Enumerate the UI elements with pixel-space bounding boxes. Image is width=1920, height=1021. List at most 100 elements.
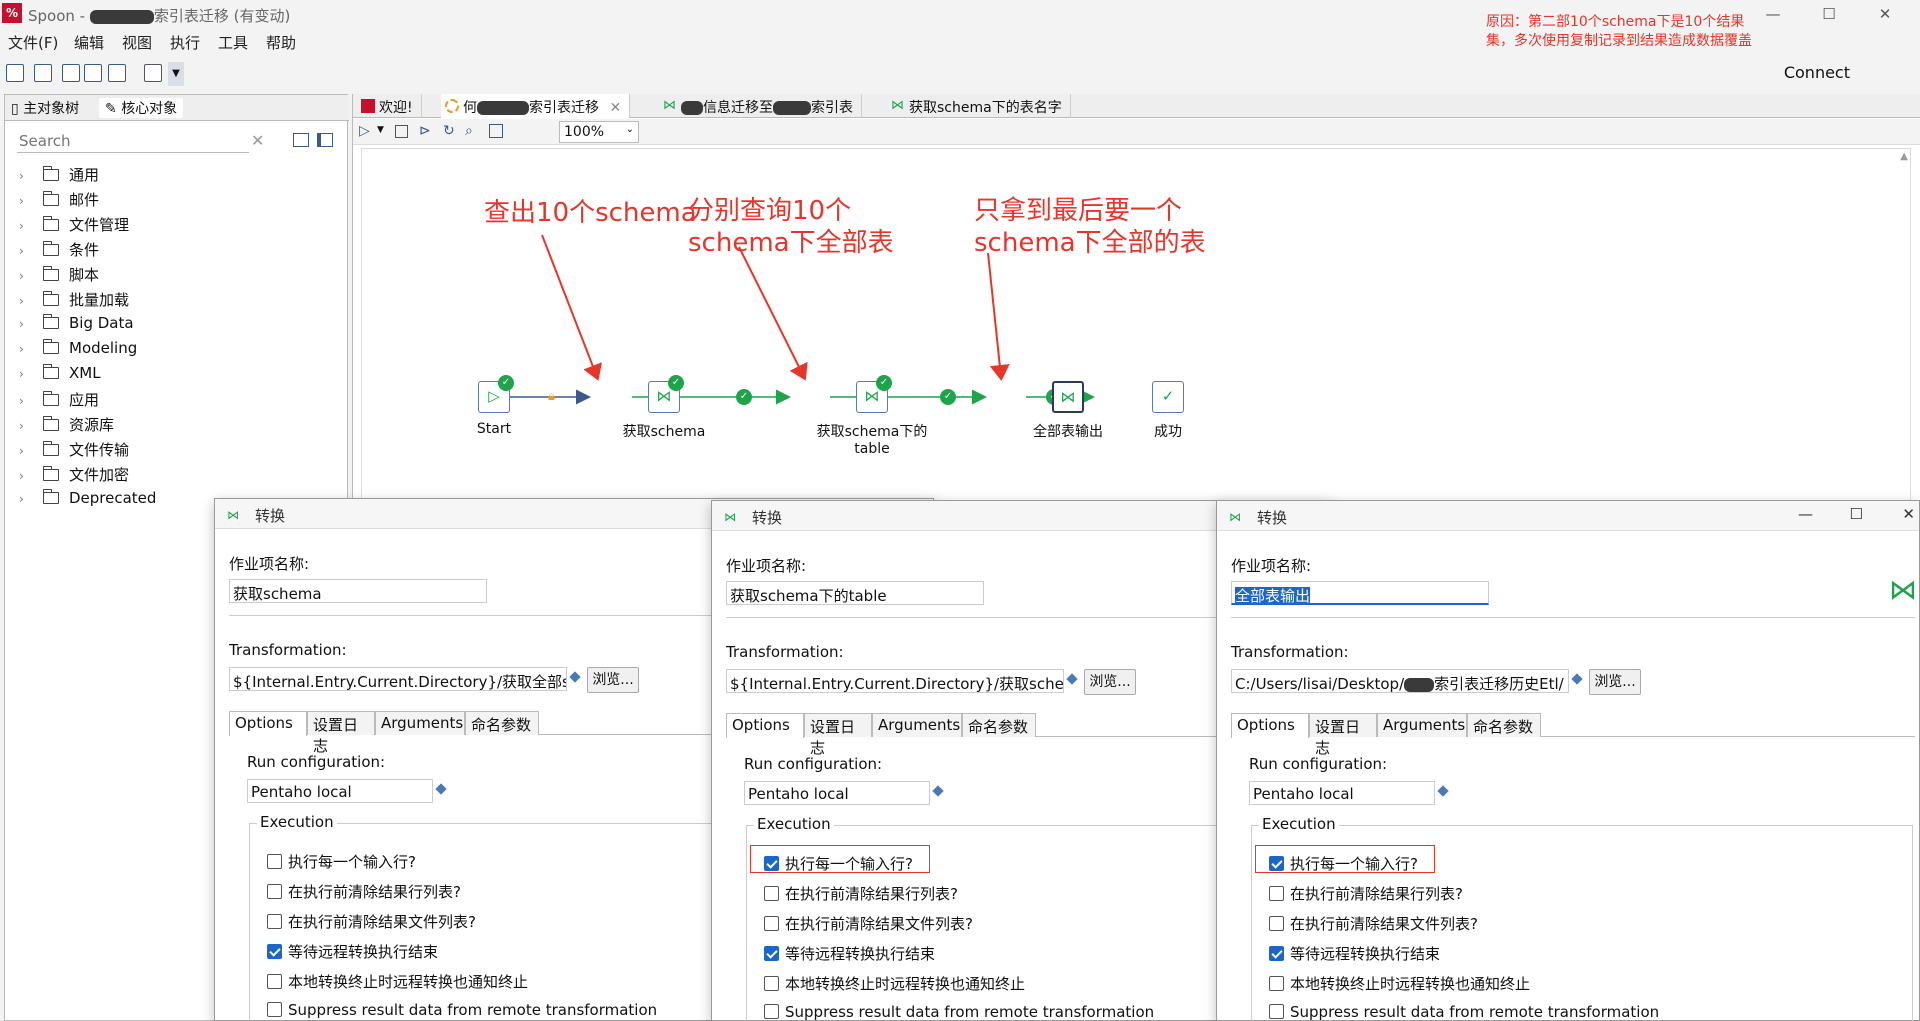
checkbox[interactable] <box>267 884 282 899</box>
option-checkbox-row[interactable]: 在执行前清除结果行列表? <box>267 881 461 902</box>
run-dropdown-icon[interactable]: ▼ <box>377 125 384 135</box>
checkbox[interactable] <box>764 946 779 961</box>
maximize-button[interactable]: ☐ <box>1806 2 1852 26</box>
tree-folder-item[interactable]: › Deprecated <box>19 489 156 511</box>
dialog-tab[interactable]: Arguments <box>375 711 465 735</box>
impact-icon[interactable]: ⌕ <box>465 123 473 139</box>
dialog-tab[interactable]: Options <box>726 713 804 738</box>
perspective-dropdown-icon[interactable]: ▼ <box>168 62 184 86</box>
menu-run[interactable]: 执行 <box>170 32 200 53</box>
scroll-up-icon[interactable]: ▲ <box>1900 151 1908 162</box>
job-name-input[interactable]: 全部表输出 <box>1231 581 1489 605</box>
chevron-right-icon[interactable]: › <box>19 294 33 308</box>
option-checkbox-row[interactable]: 在执行前清除结果行列表? <box>764 883 958 904</box>
run-config-select[interactable]: Pentaho local <box>1249 781 1435 805</box>
stop-icon[interactable] <box>395 125 408 138</box>
checkbox[interactable] <box>764 916 779 931</box>
open-file-icon[interactable] <box>34 64 52 82</box>
option-checkbox-row[interactable]: Suppress result data from remote transfo… <box>267 1001 657 1019</box>
chevron-right-icon[interactable]: › <box>19 492 33 506</box>
save-icon[interactable] <box>84 64 102 82</box>
chevron-right-icon[interactable]: › <box>19 367 33 381</box>
node-success[interactable]: ✓ <box>1152 381 1184 413</box>
tree-folder-item[interactable]: › 文件传输 <box>19 439 129 461</box>
checkbox[interactable] <box>764 886 779 901</box>
close-window-button[interactable]: ✕ <box>1862 2 1908 26</box>
menu-edit[interactable]: 编辑 <box>74 32 104 53</box>
checkbox[interactable] <box>764 856 779 871</box>
checkbox[interactable] <box>267 914 282 929</box>
sql-icon[interactable] <box>489 124 503 138</box>
option-checkbox-row[interactable]: 执行每一个输入行? <box>1269 853 1418 874</box>
tree-folder-item[interactable]: › 邮件 <box>19 189 99 211</box>
chevron-right-icon[interactable]: › <box>19 269 33 283</box>
tree-folder-item[interactable]: › 文件管理 <box>19 214 129 236</box>
option-checkbox-row[interactable]: 执行每一个输入行? <box>764 853 913 874</box>
checkbox[interactable] <box>267 974 282 989</box>
checkbox[interactable] <box>267 1002 282 1017</box>
tree-folder-item[interactable]: › 脚本 <box>19 264 99 286</box>
dialog-tab[interactable]: 命名参数 <box>962 713 1036 737</box>
checkbox[interactable] <box>1269 1004 1284 1019</box>
tree-folder-item[interactable]: › 应用 <box>19 389 99 411</box>
option-checkbox-row[interactable]: Suppress result data from remote transfo… <box>764 1003 1154 1021</box>
job-name-input[interactable]: 获取schema下的table <box>726 581 984 605</box>
connect-button[interactable]: Connect <box>1784 63 1850 82</box>
option-checkbox-row[interactable]: 在执行前清除结果行列表? <box>1269 883 1463 904</box>
menu-tools[interactable]: 工具 <box>218 32 248 53</box>
checkbox[interactable] <box>1269 916 1284 931</box>
option-checkbox-row[interactable]: 执行每一个输入行? <box>267 851 416 872</box>
tree-folder-item[interactable]: › 资源库 <box>19 414 114 436</box>
run-config-select[interactable]: Pentaho local <box>744 781 930 805</box>
expand-all-icon[interactable] <box>293 133 309 147</box>
search-input[interactable] <box>19 131 219 151</box>
chevron-right-icon[interactable]: › <box>19 419 33 433</box>
dialog-tab[interactable]: 设置日志 <box>1309 713 1377 757</box>
checkbox[interactable] <box>1269 976 1284 991</box>
transformation-path-input[interactable]: ${Internal.Entry.Current.Directory}/获取全部… <box>229 667 567 691</box>
menu-file[interactable]: 文件(F) <box>8 32 58 53</box>
chevron-right-icon[interactable]: › <box>19 317 33 331</box>
dialog-tab[interactable]: 设置日志 <box>307 711 375 755</box>
option-checkbox-row[interactable]: Suppress result data from remote transfo… <box>1269 1003 1659 1021</box>
chevron-right-icon[interactable]: › <box>19 219 33 233</box>
tab-info-migration[interactable]: ⋈ 信息迁移至 索引表 <box>659 94 862 118</box>
tab-object-tree[interactable]: ▯ 主对象树 <box>11 98 79 118</box>
option-checkbox-row[interactable]: 在执行前清除结果文件列表? <box>267 911 476 932</box>
dialog-tab[interactable]: Options <box>229 711 307 736</box>
run-config-select[interactable]: Pentaho local <box>247 779 433 803</box>
chevron-right-icon[interactable]: › <box>19 469 33 483</box>
tab-index-migration[interactable]: 何 索引表迁移 ✕ <box>441 94 631 118</box>
dialog-tab[interactable]: Options <box>1231 713 1309 738</box>
close-tab-icon[interactable]: ✕ <box>609 100 621 116</box>
tab-core-objects[interactable]: ✎ 核心对象 <box>99 98 184 118</box>
transformation-path-input[interactable]: C:/Users/lisai/Desktop/索引表迁移历史Etl/ <box>1231 669 1569 693</box>
tree-folder-item[interactable]: › 条件 <box>19 239 99 261</box>
option-checkbox-row[interactable]: 等待远程转换执行结束 <box>764 943 935 964</box>
chevron-right-icon[interactable]: › <box>19 244 33 258</box>
option-checkbox-row[interactable]: 在执行前清除结果文件列表? <box>764 913 973 934</box>
clear-search-icon[interactable]: ✕ <box>251 131 264 150</box>
run-icon[interactable]: ▷ <box>359 123 370 139</box>
option-checkbox-row[interactable]: 等待远程转换执行结束 <box>267 941 438 962</box>
dialog-tab[interactable]: Arguments <box>872 713 962 737</box>
zoom-select[interactable]: 100% ⌄ <box>559 121 639 143</box>
checkbox[interactable] <box>1269 886 1284 901</box>
replay-icon[interactable]: ⊳ <box>419 123 431 139</box>
dialog-tab[interactable]: 设置日志 <box>804 713 872 757</box>
dialog-tab[interactable]: Arguments <box>1377 713 1467 737</box>
chevron-right-icon[interactable]: › <box>19 194 33 208</box>
explore-repo-icon[interactable] <box>62 64 80 82</box>
collapse-all-icon[interactable] <box>317 133 333 147</box>
chevron-right-icon[interactable]: › <box>19 342 33 356</box>
minimize-dialog-icon[interactable]: — <box>1798 505 1813 523</box>
checkbox[interactable] <box>267 944 282 959</box>
check-icon[interactable]: ↻ <box>443 123 455 139</box>
tree-folder-item[interactable]: › Big Data <box>19 314 134 336</box>
tree-folder-item[interactable]: › 通用 <box>19 164 99 186</box>
save-as-icon[interactable] <box>108 64 126 82</box>
checkbox[interactable] <box>1269 856 1284 871</box>
tree-folder-item[interactable]: › Modeling <box>19 339 137 361</box>
checkbox[interactable] <box>764 1004 779 1019</box>
tab-welcome[interactable]: 欢迎! <box>357 94 422 118</box>
